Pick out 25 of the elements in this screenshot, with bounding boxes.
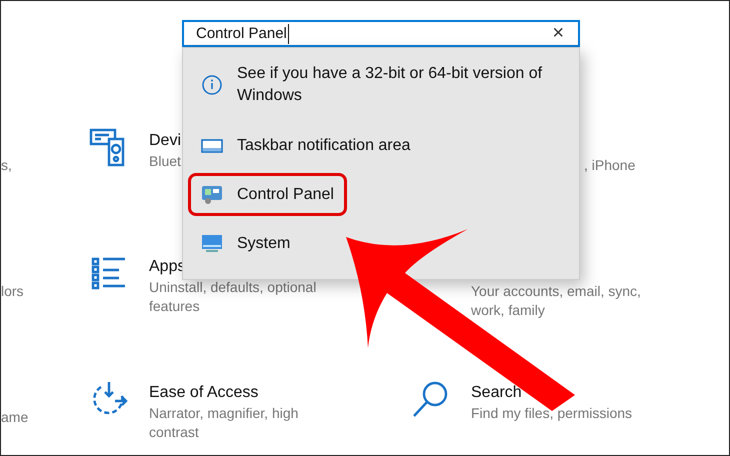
tile-title[interactable]: Ease of Access <box>149 382 298 404</box>
tile-description: features <box>149 297 201 316</box>
search-field[interactable]: Control Panel × <box>182 20 580 47</box>
monitor-icon <box>201 234 223 254</box>
tile-description: work, family <box>471 301 546 320</box>
tile-description: Your accounts, email, sync, <box>471 282 641 301</box>
tile-description: Bluet <box>149 152 182 171</box>
search-result-item[interactable]: System <box>188 222 304 265</box>
tile-title[interactable]: Devi <box>149 130 182 152</box>
tile-title[interactable]: Search <box>471 382 632 404</box>
control-panel-icon <box>201 184 223 204</box>
search-result-item[interactable]: Control Panel <box>188 173 347 216</box>
tile-description: contrast <box>149 423 200 442</box>
tile-description: ame <box>1 408 28 427</box>
tile-description: Find my files, permissions <box>471 404 632 423</box>
tile-description: , iPhone <box>584 156 636 175</box>
info-icon <box>201 74 223 96</box>
taskbar-icon <box>201 138 223 152</box>
tile-description: Uninstall, defaults, optional <box>149 278 316 297</box>
search-result-item[interactable]: See if you have a 32-bit or 64-bit version of Windows <box>188 56 570 114</box>
search-result-item[interactable]: Taskbar notification area <box>188 124 424 167</box>
tile-description: lors <box>1 282 24 301</box>
close-button[interactable]: × <box>548 22 568 45</box>
tile-description: s, <box>1 156 12 175</box>
tile-description: Narrator, magnifier, high <box>149 404 298 423</box>
